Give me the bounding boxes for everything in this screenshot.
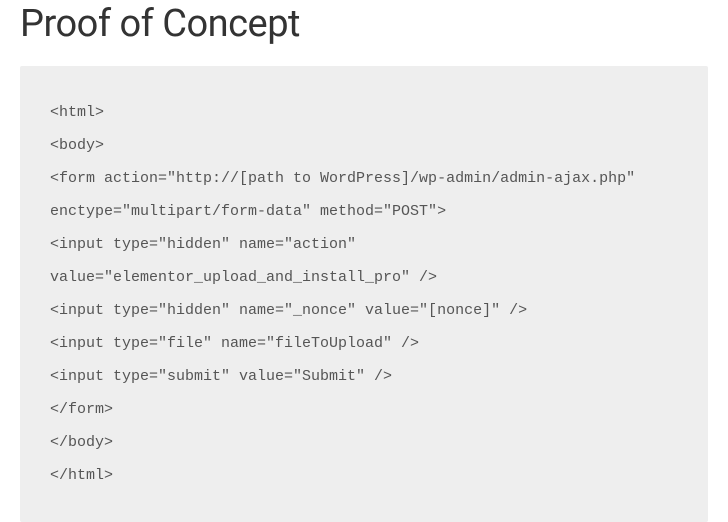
code-content: <html> <body> <form action="http://[path… [50,96,678,492]
document-container: Proof of Concept <html> <body> <form act… [0,2,728,522]
page-title: Proof of Concept [20,2,708,46]
code-block: <html> <body> <form action="http://[path… [20,66,708,522]
